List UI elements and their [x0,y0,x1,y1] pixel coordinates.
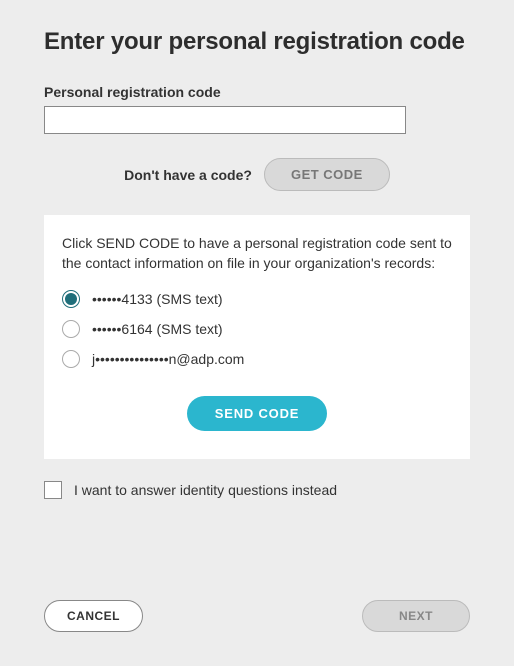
radio-icon [62,290,80,308]
contact-options-group: ••••••4133 (SMS text) ••••••6164 (SMS te… [62,290,452,368]
send-code-panel: Click SEND CODE to have a personal regis… [44,215,470,459]
identity-questions-label: I want to answer identity questions inst… [74,482,337,498]
page-title: Enter your personal registration code [44,28,470,56]
identity-questions-checkbox[interactable] [44,481,62,499]
next-button[interactable]: NEXT [362,600,470,632]
cancel-button[interactable]: CANCEL [44,600,143,632]
radio-icon [62,350,80,368]
registration-code-input[interactable] [44,106,406,134]
footer: CANCEL NEXT [0,600,514,632]
registration-code-label: Personal registration code [44,84,470,100]
contact-option-label: ••••••4133 (SMS text) [92,291,223,307]
no-code-prompt: Don't have a code? [124,167,252,183]
get-code-button[interactable]: GET CODE [264,158,390,191]
send-code-button[interactable]: SEND CODE [187,396,328,431]
contact-option-label: ••••••6164 (SMS text) [92,321,223,337]
contact-option-2[interactable]: j•••••••••••••••n@adp.com [62,350,452,368]
contact-option-0[interactable]: ••••••4133 (SMS text) [62,290,452,308]
contact-option-1[interactable]: ••••••6164 (SMS text) [62,320,452,338]
panel-instruction: Click SEND CODE to have a personal regis… [62,233,452,274]
contact-option-label: j•••••••••••••••n@adp.com [92,351,244,367]
radio-icon [62,320,80,338]
